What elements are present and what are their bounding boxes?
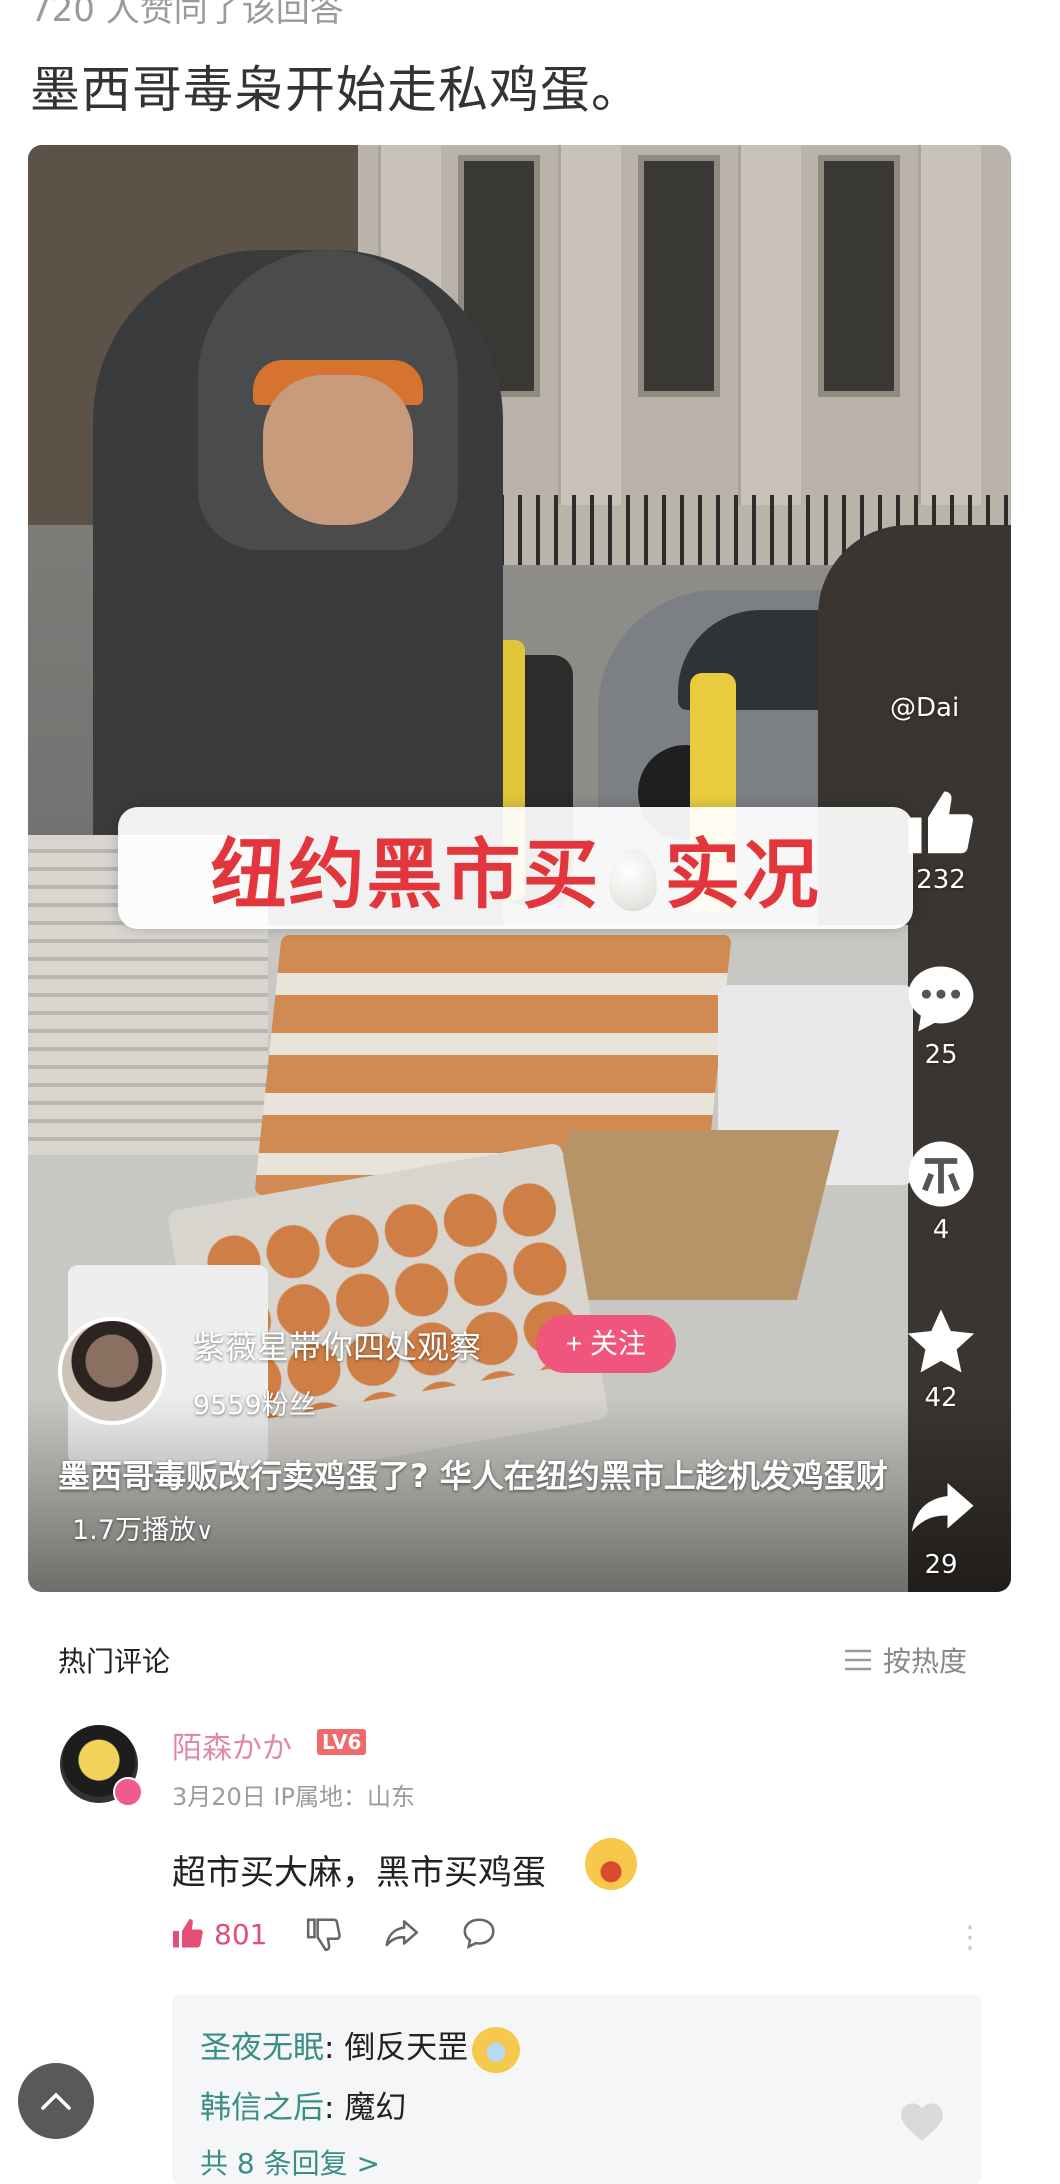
reply-text: 魔幻 [344,2090,407,2126]
reply-text: 倒反天罡 [344,2030,469,2066]
favorite-count: 42 [924,1383,958,1413]
heart-icon[interactable] [897,2097,947,2147]
comment-icon [908,966,974,1032]
share-count: 29 [924,1550,958,1580]
egg-icon [608,849,657,911]
comment-like-count: 801 [214,1917,268,1951]
like-button[interactable]: 232 [896,785,986,895]
coin-icon [908,1141,974,1207]
coin-button[interactable]: 4 [896,1135,986,1245]
video-description: 墨西哥毒贩改行卖鸡蛋了? 华人在纽约黑市上趁机发鸡蛋财1.7万播放∨ [58,1457,888,1546]
share-arrow-icon [911,1483,974,1532]
author-fans: 9559粉丝 [193,1390,316,1421]
level-badge: LV6 [317,1729,367,1755]
author-name[interactable]: 紫薇星带你四处观察 [193,1322,481,1368]
post-title: 墨西哥毒枭开始走私鸡蛋。 [30,61,642,119]
comment-meta: 3月20日 IP属地：山东 [172,1783,415,1811]
thumbs-up-icon [173,1919,203,1948]
thumbs-down-icon [307,1918,342,1952]
share-button[interactable]: 29 [896,1470,986,1580]
reply-user[interactable]: 圣夜无眠 [200,2030,324,2066]
chevron-up-icon [41,2092,71,2110]
like-count: 232 [916,865,966,895]
reply-user[interactable]: 韩信之后 [200,2090,324,2126]
scroll-to-top-button[interactable] [18,2063,94,2139]
list-icon [845,1649,871,1671]
chevron-down-icon: ∨ [195,1517,214,1545]
comment-dislike-button[interactable] [305,1915,343,1953]
comment-button[interactable]: 25 [896,960,986,1070]
coin-count: 4 [932,1215,950,1245]
reply-item[interactable]: 圣夜无眠: 倒反天罡 [200,2022,521,2073]
hot-comments-title: 热门评论 [58,1645,171,1678]
reply-separator: : [324,2030,345,2066]
laughing-emoji-icon [585,1838,637,1890]
commenter-name[interactable]: 陌森かか [172,1723,292,1767]
comment-icon [463,1918,495,1949]
crying-emoji-icon [472,2026,521,2073]
share-arrow-icon [385,1920,419,1947]
favorite-button[interactable]: 42 [896,1303,986,1413]
comment-share-button[interactable] [381,1915,421,1953]
more-replies-link[interactable]: 共 8 条回复 > [200,2142,380,2182]
vendor-face [263,375,413,525]
author-avatar[interactable] [58,1317,166,1425]
sort-label: 按热度 [883,1645,968,1678]
heart-shape [901,2103,943,2141]
banner-text: 纽约黑市买 实况 [210,830,821,919]
reply-box[interactable]: 圣夜无眠: 倒反天罡 韩信之后: 魔幻 共 8 条回复 > [172,1994,982,2184]
reply-item[interactable]: 韩信之后: 魔幻 [200,2082,406,2127]
watermark: @Dai [890,693,960,723]
avatar-badge-icon [113,1777,143,1807]
thumbs-up-icon [908,791,973,854]
follow-button[interactable]: + 关注 [536,1315,676,1373]
comment-reply-button[interactable] [459,1915,499,1953]
reply-separator: : [324,2090,345,2126]
comment-actions: 801 [170,1915,537,1953]
more-options-icon[interactable]: ⋮ [955,1920,985,1955]
comment-like-button[interactable]: 801 [170,1916,267,1952]
comment-count: 25 [924,1040,958,1070]
sort-button[interactable]: 按热度 [843,1640,967,1680]
video-banner: 纽约黑市买 实况 [118,807,913,929]
star-icon [907,1309,975,1373]
play-count: 1.7万播放 [72,1515,196,1546]
comment-text: 超市买大麻，黑市买鸡蛋 [172,1853,546,1893]
video-player[interactable]: 纽约黑市买 实况 @Dai 232 25 4 42 29 紫薇星带你四处观察 + … [28,145,1011,1592]
upvote-note: 720 人赞同了该回答 [30,0,344,30]
